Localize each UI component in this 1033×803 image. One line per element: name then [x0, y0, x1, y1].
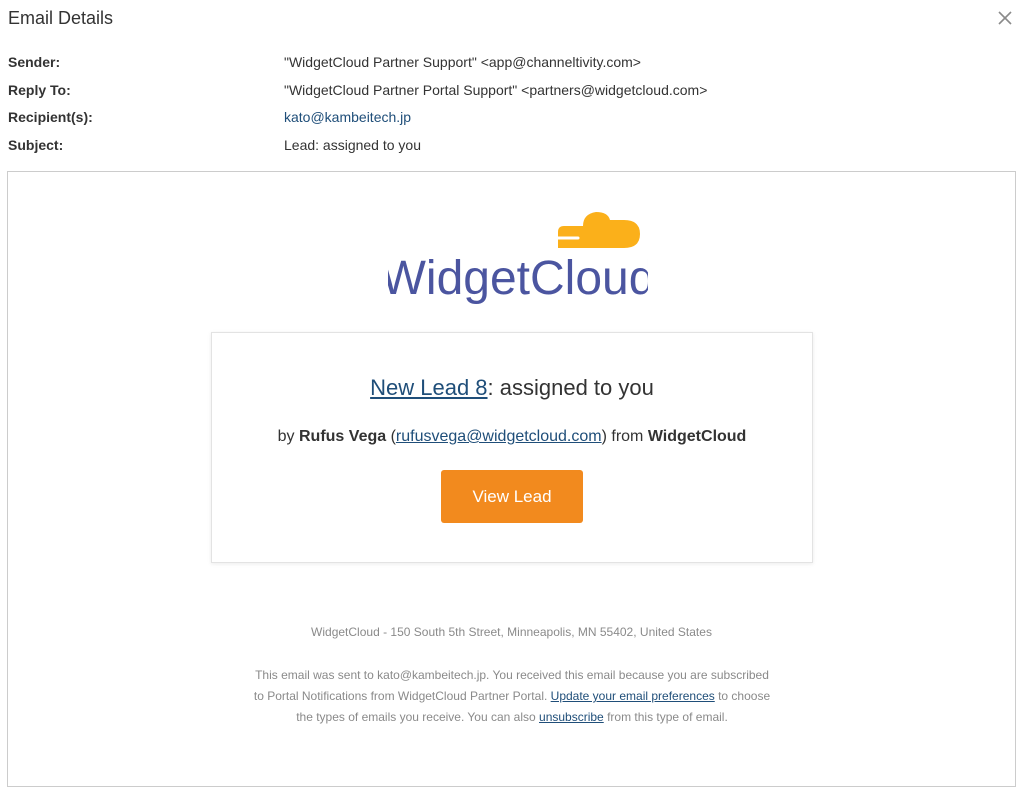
lead-link[interactable]: New Lead 8 [370, 375, 487, 400]
reply-to-value: "WidgetCloud Partner Portal Support" <pa… [284, 82, 708, 98]
subject-row: Subject: Lead: assigned to you [0, 137, 1033, 157]
byline-prefix: by [277, 428, 299, 445]
dialog-header: Email Details [0, 0, 1033, 40]
recipients-label: Recipient(s): [8, 109, 93, 125]
update-preferences-link[interactable]: Update your email preferences [551, 689, 715, 703]
reply-to-label: Reply To: [8, 82, 71, 98]
byline-open-paren: ( [386, 428, 396, 445]
subject-value: Lead: assigned to you [284, 137, 421, 153]
email-body-frame: WidgetCloud New Lead 8: assigned to you … [7, 171, 1016, 787]
view-lead-button[interactable]: View Lead [441, 470, 583, 523]
byline-from: ) from [601, 428, 648, 445]
sender-value: "WidgetCloud Partner Support" <app@chann… [284, 54, 641, 70]
sender-label: Sender: [8, 54, 61, 70]
byline-email-link[interactable]: rufusvega@widgetcloud.com [396, 428, 602, 445]
recipients-row: Recipient(s): kato@kambeitech.jp [0, 109, 1033, 129]
dialog-title: Email Details [8, 8, 114, 28]
byline-name: Rufus Vega [299, 428, 387, 445]
unsubscribe-link[interactable]: unsubscribe [539, 710, 604, 724]
sender-row: Sender: "WidgetCloud Partner Support" <a… [0, 54, 1033, 74]
byline-company: WidgetCloud [647, 428, 747, 445]
subject-label: Subject: [8, 137, 64, 153]
close-icon[interactable] [996, 9, 1014, 27]
footer-address: WidgetCloud - 150 South 5th Street, Minn… [311, 625, 712, 639]
recipients-value[interactable]: kato@kambeitech.jp [284, 109, 411, 125]
headline-text: : assigned to you [487, 375, 654, 400]
widgetcloud-logo: WidgetCloud [388, 212, 648, 305]
footer-note: This email was sent to kato@kambeitech.j… [252, 665, 772, 728]
reply-to-row: Reply To: "WidgetCloud Partner Portal Su… [0, 82, 1033, 102]
headline: New Lead 8: assigned to you [212, 375, 812, 401]
footer-note-text-3: from this type of email. [603, 710, 728, 724]
logo-text: WidgetCloud [388, 252, 648, 305]
notification-card: New Lead 8: assigned to you by Rufus Veg… [211, 332, 813, 563]
byline: by Rufus Vega (rufusvega@widgetcloud.com… [212, 428, 812, 446]
